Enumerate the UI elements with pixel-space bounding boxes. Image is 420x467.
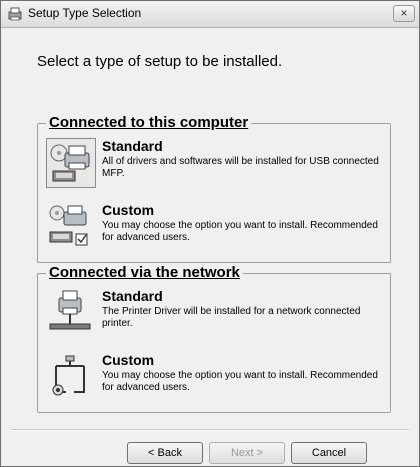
setup-dialog: Setup Type Selection × Select a type of … [0, 0, 420, 467]
network-custom-icon[interactable] [46, 352, 96, 402]
close-button[interactable]: × [393, 5, 415, 22]
option-title: Custom [102, 202, 155, 218]
window-title: Setup Type Selection [28, 6, 142, 20]
next-button[interactable]: Next > [209, 442, 285, 464]
option-title: Custom [102, 352, 155, 368]
title-bar[interactable]: Setup Type Selection × [1, 1, 419, 28]
option-title: Standard [102, 138, 163, 154]
group-network-legend: Connected via the network [46, 264, 243, 282]
button-separator [11, 429, 409, 431]
page-heading: Select a type of setup to be installed. [37, 53, 283, 70]
option-description: All of drivers and softwares will be ins… [102, 156, 379, 179]
close-icon: × [400, 6, 408, 20]
group-local-legend: Connected to this computer [46, 114, 252, 132]
option-network-custom[interactable]: Custom You may choose the option you wan… [44, 352, 388, 410]
group-network-connection: Connected via the network Standard The P… [37, 264, 391, 413]
usb-standard-printer-icon[interactable] [46, 138, 96, 188]
option-title: Standard [102, 288, 163, 304]
back-button[interactable]: < Back [127, 442, 203, 464]
setup-app-icon [8, 7, 22, 21]
option-description: You may choose the option you want to in… [102, 370, 378, 393]
option-description: The Printer Driver will be installed for… [102, 306, 361, 329]
network-standard-printer-icon[interactable] [46, 288, 96, 338]
option-local-standard[interactable]: Standard All of drivers and softwares wi… [44, 138, 388, 196]
usb-custom-printer-icon[interactable] [46, 202, 96, 252]
option-network-standard[interactable]: Standard The Printer Driver will be inst… [44, 288, 388, 346]
option-description: You may choose the option you want to in… [102, 220, 378, 243]
group-local-connection: Connected to this computer Standard All … [37, 114, 391, 263]
option-local-custom[interactable]: Custom You may choose the option you wan… [44, 202, 388, 260]
cancel-button[interactable]: Cancel [291, 442, 367, 464]
